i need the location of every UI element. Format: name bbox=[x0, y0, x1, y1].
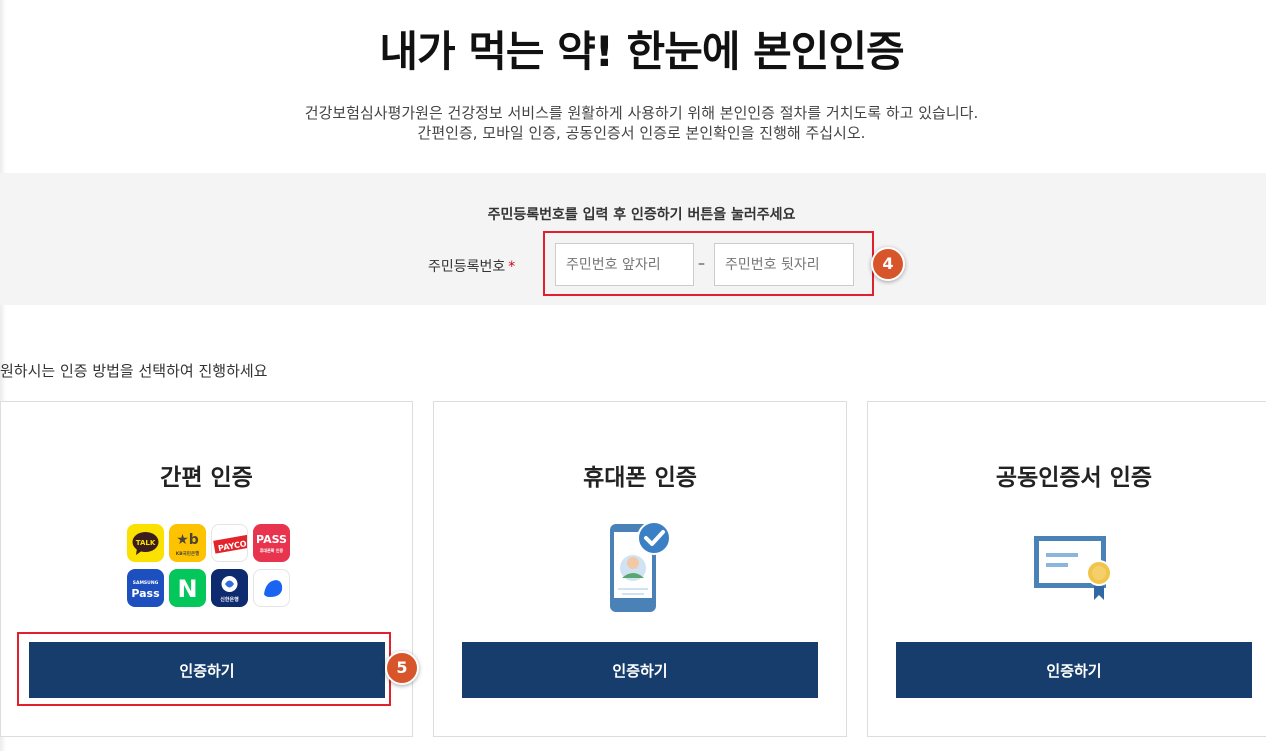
certificate-icon bbox=[1034, 536, 1112, 600]
mobile-auth-button[interactable]: 인증하기 bbox=[462, 642, 818, 698]
page-description: 건강보험심사평가원은 건강정보 서비스를 원활하게 사용하기 위해 본인인증 절… bbox=[0, 103, 1266, 143]
kakaotalk-label: TALK bbox=[136, 539, 156, 547]
method-guide-text: 원하시는 인증 방법을 선택하여 진행하세요 bbox=[0, 362, 268, 380]
card-title-simple-auth: 간편 인증 bbox=[160, 465, 253, 491]
card-title-certificate-auth: 공동인증서 인증 bbox=[995, 465, 1153, 491]
description-line-1: 건강보험심사평가원은 건강정보 서비스를 원활하게 사용하기 위해 본인인증 절… bbox=[304, 104, 979, 122]
pass-sublabel: 휴대폰확 인증 bbox=[260, 547, 284, 553]
description-line-2: 간편인증, 모바일 인증, 공동인증서 인증로 본인확인을 진행해 주십시오. bbox=[417, 124, 866, 142]
certificate-auth-button[interactable]: 인증하기 bbox=[896, 642, 1252, 698]
samsung-pass-icon: SAMSUNG Pass bbox=[127, 569, 164, 607]
naver-label: N bbox=[177, 575, 197, 603]
shinhan-bank-label: 신한은행 bbox=[220, 596, 239, 603]
card-certificate-auth: 공동인증서 인증 인증하기 bbox=[867, 401, 1266, 737]
toss-icon bbox=[253, 569, 290, 607]
simple-auth-app-logos: TALK ★b KB국민은행 PAYCO PASS 휴대폰확 인증 SAMSUNG P… bbox=[127, 524, 290, 608]
svg-text:★b: ★b bbox=[176, 532, 199, 548]
required-mark: * bbox=[508, 259, 516, 275]
payco-icon: PAYCO bbox=[211, 524, 248, 562]
samsung-pass-label: SAMSUNG bbox=[133, 580, 159, 586]
pass-label: PASS bbox=[256, 533, 287, 546]
rrn-label: 주민등록번호 * bbox=[428, 256, 515, 276]
naver-icon: N bbox=[169, 569, 206, 607]
kakaotalk-icon: TALK bbox=[127, 524, 164, 562]
card-title-mobile-auth: 휴대폰 인증 bbox=[583, 465, 697, 491]
step-badge-5: 5 bbox=[385, 651, 419, 685]
kb-bank-label: KB국민은행 bbox=[176, 550, 199, 557]
samsung-pass-sublabel: Pass bbox=[131, 587, 160, 600]
kb-bank-icon: ★b KB국민은행 bbox=[169, 524, 206, 562]
pass-icon: PASS 휴대폰확 인증 bbox=[253, 524, 290, 562]
rrn-guide-text: 주민등록번호를 입력 후 인증하기 버튼을 눌러주세요 bbox=[487, 207, 796, 223]
highlight-box-rrn bbox=[543, 231, 874, 296]
shinhan-bank-icon: 신한은행 bbox=[211, 569, 248, 607]
rrn-label-text: 주민등록번호 bbox=[428, 259, 506, 275]
card-mobile-auth: 휴대폰 인증 인증하기 bbox=[433, 401, 847, 737]
step-badge-4: 4 bbox=[871, 247, 905, 281]
mobile-phone-verified-icon bbox=[610, 521, 671, 612]
highlight-box-simple-auth-button bbox=[17, 632, 391, 706]
page-title: 내가 먹는 약! 한눈에 본인인증 bbox=[379, 27, 904, 76]
